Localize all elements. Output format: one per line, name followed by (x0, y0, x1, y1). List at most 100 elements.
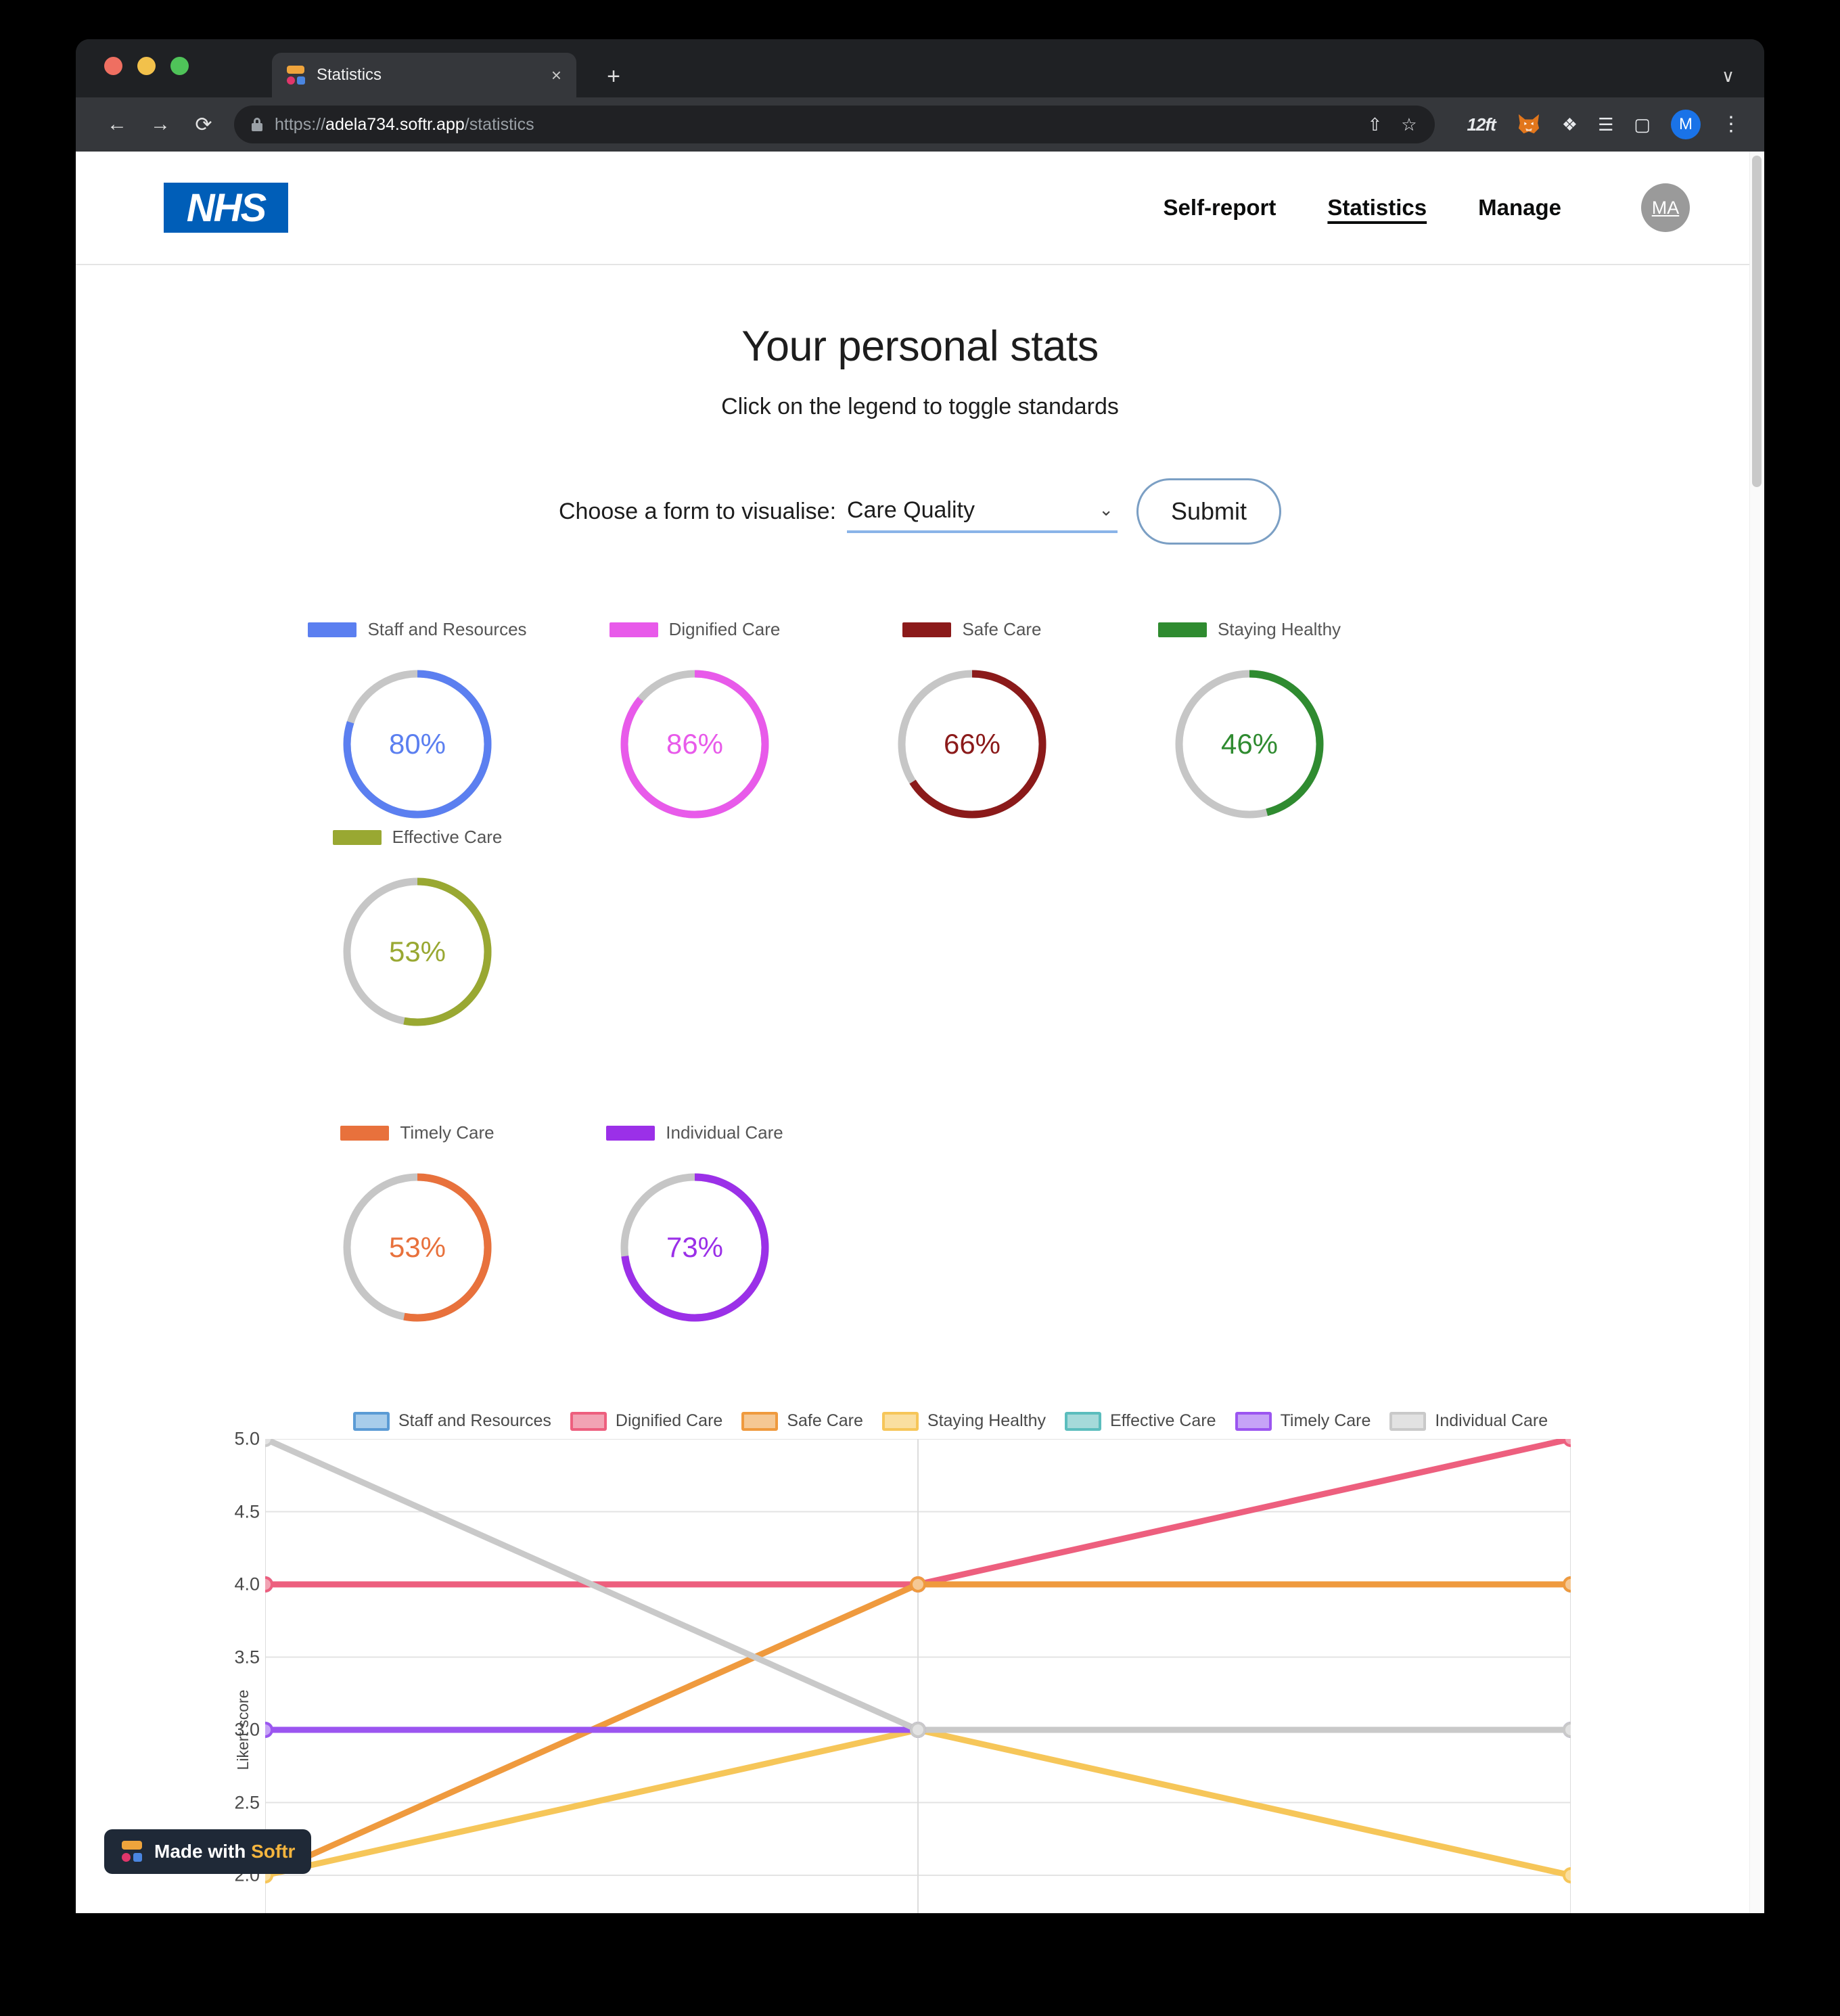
tab-title: Statistics (317, 66, 382, 84)
site-header: NHS Self-report Statistics Manage MA (76, 152, 1764, 265)
side-panel-icon[interactable]: ▢ (1634, 114, 1651, 135)
maximize-window-button[interactable] (170, 57, 189, 75)
extensions-row: 12ft ❖ ☰ ▢ M ⋮ (1467, 110, 1741, 139)
window-controls (104, 57, 189, 75)
gauge-ring: 86% (612, 662, 777, 827)
gauge-percentage: 53% (388, 1231, 446, 1263)
legend-swatch (881, 1411, 919, 1431)
data-point[interactable] (1563, 1576, 1571, 1593)
forward-button[interactable]: → (142, 106, 179, 143)
legend-swatch (1235, 1411, 1272, 1431)
legend-swatch (1065, 1411, 1101, 1431)
data-point[interactable] (1563, 1867, 1571, 1883)
legend-item-effective-care[interactable]: Effective Care (1065, 1411, 1216, 1431)
legend-label: Safe Care (787, 1411, 863, 1430)
gauge-dignified-care: Dignified Care 86% (556, 619, 833, 827)
y-tick-label: 2.5 (234, 1792, 260, 1812)
data-point[interactable] (265, 1722, 273, 1738)
nav-item-statistics[interactable]: Statistics (1327, 195, 1427, 221)
gauge-percentage: 53% (388, 936, 446, 967)
legend-item-staying-healthy[interactable]: Staying Healthy (881, 1411, 1046, 1431)
data-point[interactable] (265, 1576, 273, 1593)
gauge-percentage: 46% (1220, 728, 1279, 760)
user-avatar[interactable]: MA (1641, 183, 1690, 232)
metamask-fox-icon[interactable] (1516, 113, 1542, 136)
scrollbar-thumb[interactable] (1752, 156, 1762, 487)
browser-tab[interactable]: Statistics × (272, 53, 576, 97)
data-point[interactable] (1563, 1439, 1571, 1447)
gauge-legend[interactable]: Timely Care (340, 1122, 495, 1143)
data-point[interactable] (910, 1722, 926, 1738)
reload-button[interactable]: ⟳ (185, 106, 222, 143)
legend-item-staff-and-resources[interactable]: Staff and Resources (352, 1411, 551, 1431)
y-tick-label: 4.5 (234, 1501, 260, 1521)
new-tab-button[interactable]: + (600, 65, 627, 88)
gauge-percentage: 66% (943, 728, 1001, 760)
gauge-legend[interactable]: Dignified Care (609, 619, 781, 640)
address-bar[interactable]: https://adela734.softr.app/statistics ⇧ … (234, 106, 1435, 143)
nav-item-self-report[interactable]: Self-report (1164, 195, 1276, 221)
plot-area (265, 1439, 1571, 1913)
data-point[interactable] (910, 1576, 926, 1593)
gauge-ring: 73% (612, 1165, 777, 1330)
gauge-label: Dignified Care (668, 619, 781, 639)
nhs-logo: NHS (164, 183, 288, 233)
gauge-safe-care: Safe Care 66% (833, 619, 1111, 827)
gauge-individual-care: Individual Care 73% (556, 1122, 833, 1330)
gauge-ring: 46% (1167, 662, 1332, 827)
page-viewport: NHS Self-report Statistics Manage MA You… (76, 152, 1764, 1913)
page-scrollbar[interactable] (1749, 152, 1764, 1913)
url-path: /statistics (464, 114, 534, 134)
twelve-ft-extension-icon[interactable]: 12ft (1467, 114, 1496, 135)
gauge-legend[interactable]: Effective Care (332, 827, 503, 848)
legend-item-individual-care[interactable]: Individual Care (1389, 1411, 1548, 1431)
playlist-icon[interactable]: ☰ (1598, 114, 1613, 135)
url-host: adela734.softr.app (325, 114, 465, 134)
back-button[interactable]: ← (99, 106, 135, 143)
form-select-value: Care Quality (847, 497, 975, 523)
gauge-legend[interactable]: Individual Care (606, 1122, 783, 1143)
minimize-window-button[interactable] (137, 57, 156, 75)
close-window-button[interactable] (104, 57, 122, 75)
chevron-down-icon[interactable]: ∨ (1722, 66, 1734, 87)
gauge-ring: 53% (335, 1165, 500, 1330)
gauge-ring: 53% (335, 869, 500, 1034)
legend-label: Effective Care (1110, 1411, 1216, 1430)
close-tab-icon[interactable]: × (549, 66, 564, 84)
legend-label: Timely Care (1280, 1411, 1371, 1430)
gauge-label: Effective Care (392, 827, 503, 847)
gauge-grid: Staff and Resources 80% Dignified Care 86% S… (76, 619, 1764, 1330)
badge-prefix: Made with (154, 1841, 252, 1862)
gauge-legend[interactable]: Staff and Resources (308, 619, 527, 640)
form-select[interactable]: Care Quality ⌄ (847, 490, 1118, 533)
page-title: Your personal stats (741, 323, 1099, 370)
legend-item-safe-care[interactable]: Safe Care (741, 1411, 863, 1431)
badge-brand: Softr (251, 1841, 296, 1862)
gauge-legend[interactable]: Safe Care (902, 619, 1042, 640)
data-point[interactable] (1563, 1722, 1571, 1738)
gauge-color-swatch (332, 829, 382, 845)
gauge-staff-and-resources: Staff and Resources 80% (279, 619, 556, 827)
submit-button[interactable]: Submit (1136, 478, 1282, 545)
bookmark-star-icon[interactable]: ☆ (1401, 114, 1417, 135)
line-chart-legend: Staff and Resources Dignified Care Safe Ca… (265, 1411, 1609, 1431)
browser-menu-icon[interactable]: ⋮ (1721, 114, 1741, 135)
legend-item-dignified-care[interactable]: Dignified Care (570, 1411, 722, 1431)
gauge-legend[interactable]: Staying Healthy (1157, 619, 1341, 640)
softr-logo-icon (120, 1841, 143, 1862)
legend-label: Staying Healthy (927, 1411, 1046, 1430)
profile-avatar[interactable]: M (1671, 110, 1701, 139)
gauge-label: Staying Healthy (1217, 619, 1341, 639)
gauge-timely-care: Timely Care 53% (279, 1122, 556, 1330)
url-scheme: https:// (275, 114, 326, 134)
y-tick-label: 3.0 (234, 1719, 260, 1740)
y-tick-label: 4.0 (234, 1574, 260, 1595)
made-with-softr-badge[interactable]: Made with Softr (104, 1829, 312, 1874)
extensions-puzzle-icon[interactable]: ❖ (1562, 114, 1578, 135)
legend-item-timely-care[interactable]: Timely Care (1235, 1411, 1371, 1431)
legend-label: Staff and Resources (398, 1411, 551, 1430)
share-icon[interactable]: ⇧ (1367, 114, 1382, 135)
softr-favicon-icon (284, 64, 306, 86)
url-text: https://adela734.softr.app/statistics (275, 115, 534, 135)
nav-item-manage[interactable]: Manage (1478, 195, 1561, 221)
